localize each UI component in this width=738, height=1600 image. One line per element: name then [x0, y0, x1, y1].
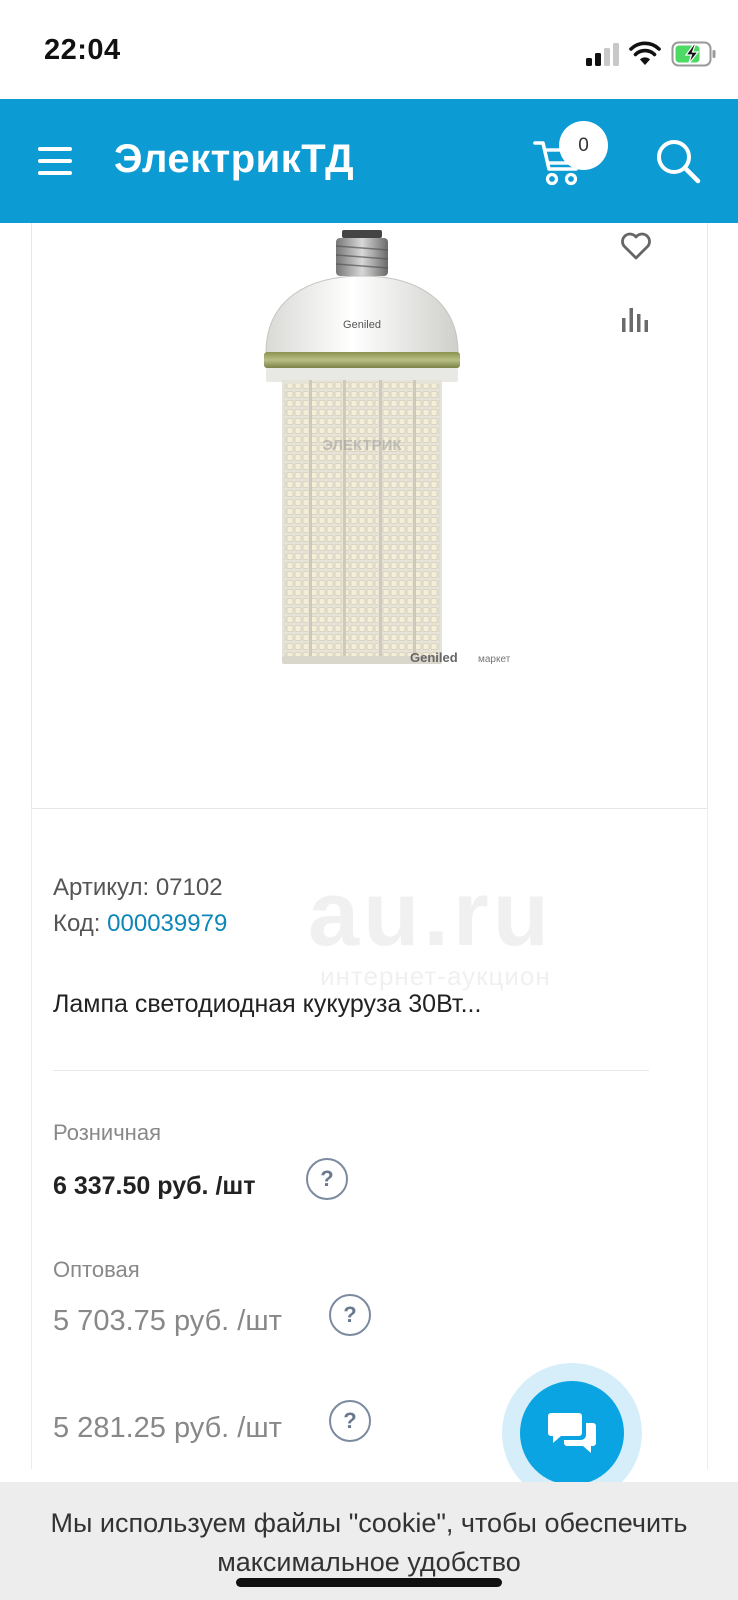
retail-price-label: Розничная — [53, 1120, 161, 1145]
favorite-button[interactable] — [619, 231, 653, 261]
tier-price-help-button[interactable]: ? — [329, 1400, 371, 1442]
wholesale-price: 5 703.75 руб. /шт — [53, 1305, 282, 1337]
sku-value: 07102 — [155, 874, 223, 901]
image-caption-suffix: маркет — [478, 654, 511, 665]
retail-price: 6 337.50 руб. /шт — [53, 1172, 256, 1200]
wholesale-price-help-button[interactable]: ? — [329, 1294, 371, 1336]
sku-label: Артикул: — [53, 874, 150, 901]
menu-button[interactable] — [34, 141, 76, 181]
search-icon — [657, 140, 701, 184]
code-line: Код: 000039979 — [53, 910, 227, 938]
code-label: Код: — [53, 910, 101, 937]
image-watermark: ЭЛЕКТРИК — [322, 437, 402, 454]
cookie-text: Мы используем файлы "cookie", чтобы обес… — [50, 1508, 688, 1577]
battery-charging-icon — [671, 41, 716, 67]
cart-count-badge: 0 — [559, 121, 608, 170]
tier-price: 5 281.25 руб. /шт — [53, 1412, 282, 1444]
compare-button[interactable] — [619, 304, 651, 334]
retail-price-help-button[interactable]: ? — [306, 1158, 348, 1200]
status-bar: 22:04 — [0, 0, 738, 99]
chat-bubbles-icon — [548, 1413, 596, 1453]
chat-button[interactable] — [520, 1381, 624, 1485]
wholesale-price-label: Оптовая — [53, 1257, 140, 1282]
home-indicator[interactable] — [236, 1578, 502, 1587]
cellular-signal-icon — [586, 42, 622, 66]
sku-line: Артикул: 07102 — [53, 874, 223, 902]
product-photo[interactable]: Geniled ЭЛЕКТРИК Geniled маркет — [190, 228, 570, 688]
wifi-icon — [629, 41, 661, 65]
site-logo[interactable]: ЭлектрикТД — [114, 137, 354, 182]
heart-icon — [621, 232, 651, 260]
hamburger-menu-icon — [38, 147, 72, 151]
product-title[interactable]: Лампа светодиодная кукуруза 30Вт... — [53, 990, 481, 1019]
lamp-brand-text: Geniled — [343, 319, 381, 331]
status-time: 22:04 — [44, 34, 121, 66]
image-caption-brand: Geniled — [410, 650, 458, 665]
search-button[interactable] — [652, 135, 704, 187]
app-header: ЭлектрикТД 0 — [0, 99, 738, 223]
bar-chart-icon — [622, 308, 648, 332]
product-code-link[interactable]: 000039979 — [107, 910, 227, 937]
divider — [53, 1070, 649, 1071]
